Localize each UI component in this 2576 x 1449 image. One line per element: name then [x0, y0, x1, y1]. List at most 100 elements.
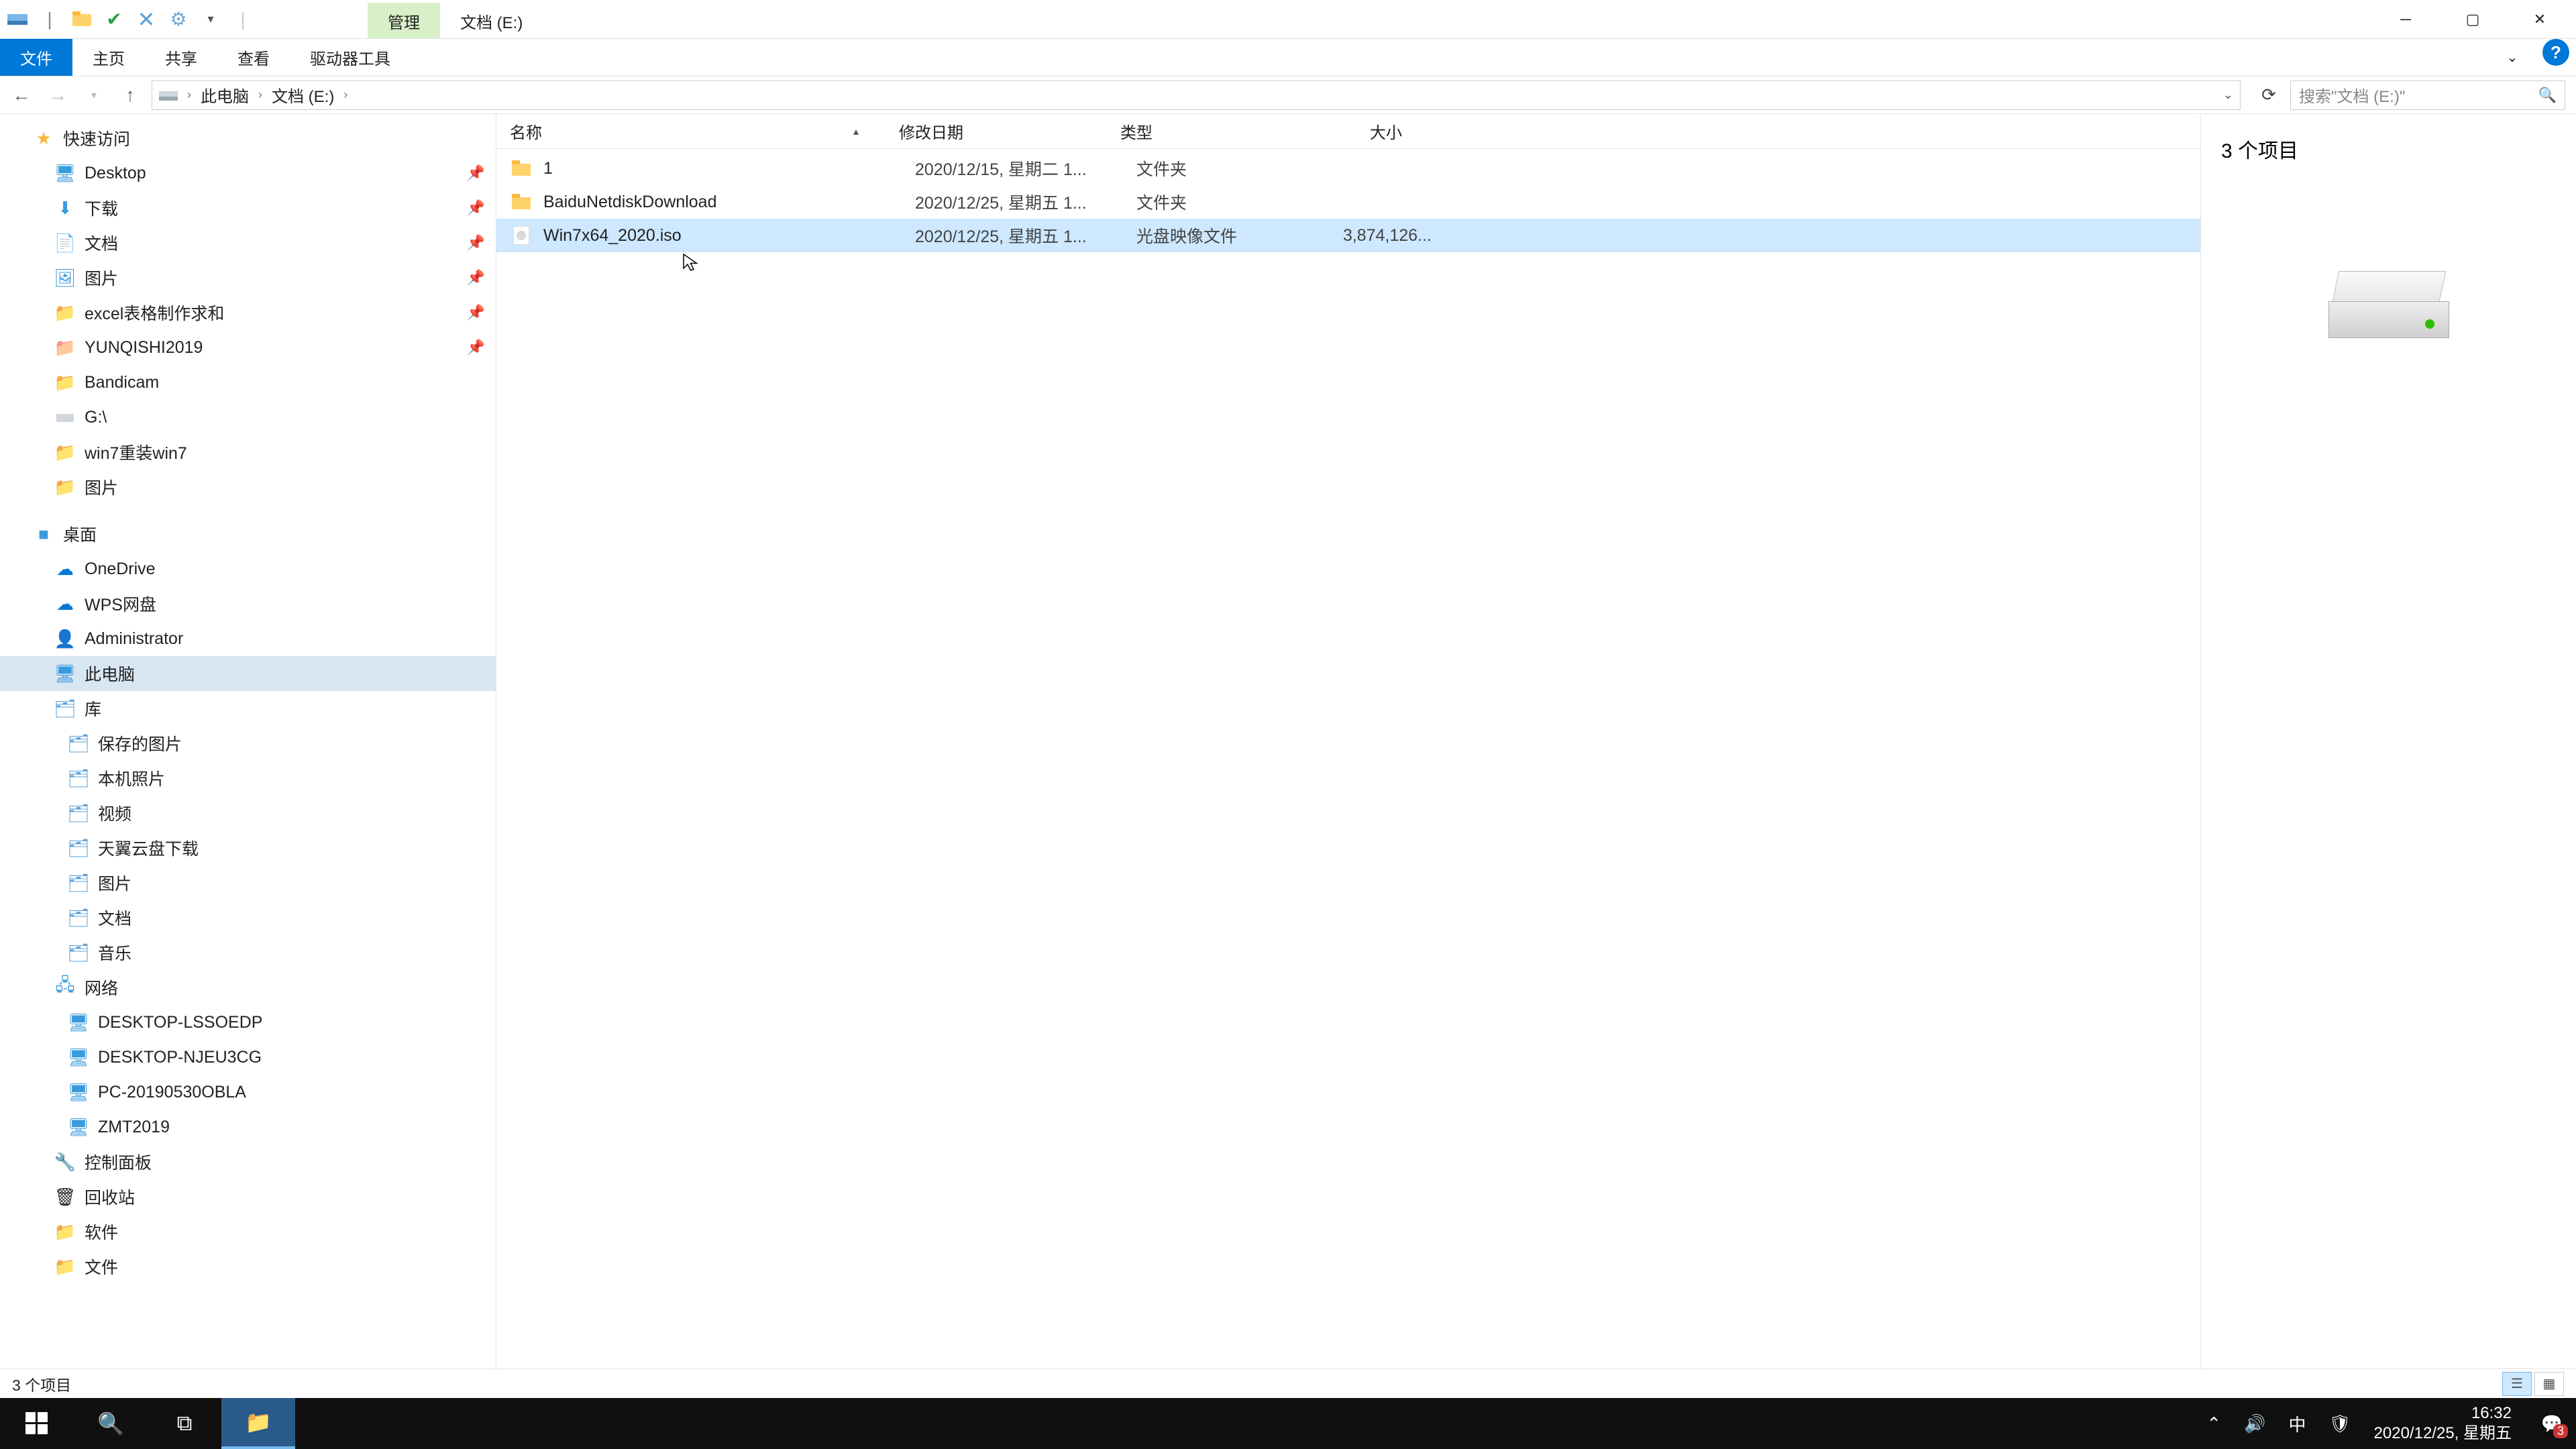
- qat-dropdown-icon[interactable]: ▾: [200, 9, 221, 30]
- search-input[interactable]: 搜索"文档 (E:)" 🔍: [2290, 80, 2565, 110]
- task-view-icon[interactable]: ⧉: [148, 1398, 221, 1449]
- tree-network-pc[interactable]: 🖥PC-20190530OBLA: [0, 1075, 496, 1110]
- chevron-right-icon[interactable]: ›: [343, 88, 347, 102]
- clock[interactable]: 16:32 2020/12/25, 星期五: [2374, 1403, 2512, 1444]
- file-row[interactable]: BaiduNetdiskDownload2020/12/25, 星期五 1...…: [496, 185, 2200, 219]
- ribbon-tab-home[interactable]: 主页: [72, 39, 145, 76]
- tree-quick-access[interactable]: ★快速访问: [0, 121, 496, 156]
- tree-pictures-2[interactable]: 📁图片: [0, 470, 496, 504]
- folder-icon[interactable]: [71, 9, 93, 30]
- tree-libraries[interactable]: 🗂库: [0, 691, 496, 726]
- tree-control-panel[interactable]: 🔧控制面板: [0, 1144, 496, 1179]
- recycle-icon: 🗑: [54, 1185, 76, 1208]
- file-row[interactable]: Win7x64_2020.iso2020/12/25, 星期五 1...光盘映像…: [496, 219, 2200, 252]
- ribbon-tab-file[interactable]: 文件: [0, 39, 72, 76]
- file-name: BaiduNetdiskDownload: [543, 193, 915, 212]
- view-thumbnails-icon[interactable]: ▦: [2534, 1372, 2564, 1396]
- tree-network-pc[interactable]: 🖥DESKTOP-NJEU3CG: [0, 1040, 496, 1075]
- ribbon-collapse-icon[interactable]: ⌄: [2502, 39, 2536, 76]
- breadcrumb-drive[interactable]: 文档 (E:): [272, 83, 334, 107]
- ribbon-tabs: 文件 主页 共享 查看 驱动器工具 ⌄ ?: [0, 39, 2576, 76]
- address-dropdown-icon[interactable]: ⌄: [2223, 88, 2233, 102]
- volume-icon[interactable]: 🔊: [2244, 1413, 2265, 1434]
- status-bar: 3 个项目 ☰ ▦: [0, 1368, 2576, 1398]
- tree-folder-bandicam[interactable]: 📁Bandicam: [0, 365, 496, 400]
- tree-folder-yunqishi[interactable]: 📁YUNQISHI2019📌: [0, 330, 496, 365]
- navigation-bar: ← → ▾ ↑ › 此电脑 › 文档 (E:) › ⌄ ⟳ 搜索"文档 (E:)…: [0, 76, 2576, 114]
- ribbon-tab-view[interactable]: 查看: [217, 39, 290, 76]
- file-type: 文件夹: [1136, 156, 1318, 180]
- forward-icon[interactable]: →: [43, 80, 72, 110]
- pin-icon: 📌: [467, 164, 485, 182]
- minimize-icon[interactable]: ─: [2372, 3, 2439, 36]
- up-icon[interactable]: ↑: [115, 80, 145, 110]
- column-type[interactable]: 类型: [1120, 119, 1301, 143]
- tree-folder-win7[interactable]: 📁win7重装win7: [0, 435, 496, 470]
- column-size[interactable]: 大小: [1301, 119, 1415, 143]
- sort-asc-icon: ▴: [853, 125, 859, 138]
- folder-icon: 📁: [54, 476, 76, 498]
- quick-access-toolbar: | ✔ ✕ ⚙ ▾ |: [0, 0, 260, 38]
- security-icon[interactable]: 🛡: [2329, 1413, 2351, 1434]
- view-details-icon[interactable]: ☰: [2502, 1372, 2532, 1396]
- ribbon-tab-share[interactable]: 共享: [145, 39, 217, 76]
- tree-lib-pictures[interactable]: 🗂图片: [0, 865, 496, 900]
- title-context-tab[interactable]: 管理: [368, 3, 440, 38]
- tree-recycle[interactable]: 🗑回收站: [0, 1179, 496, 1214]
- tree-documents[interactable]: 📄文档📌: [0, 225, 496, 260]
- file-list[interactable]: 12020/12/15, 星期二 1...文件夹BaiduNetdiskDown…: [496, 149, 2200, 1368]
- library-icon: 🗂: [67, 802, 90, 824]
- tray-chevron-icon[interactable]: ⌃: [2206, 1413, 2221, 1434]
- tree-lib-camera[interactable]: 🗂本机照片: [0, 761, 496, 796]
- picture-icon: 🖼: [54, 266, 76, 289]
- tree-files[interactable]: 📁文件: [0, 1249, 496, 1284]
- tree-lib-music[interactable]: 🗂音乐: [0, 935, 496, 970]
- tree-desktop-root[interactable]: ■桌面: [0, 517, 496, 551]
- column-name[interactable]: 名称▴: [510, 119, 899, 143]
- chevron-right-icon[interactable]: ›: [258, 88, 262, 102]
- file-row[interactable]: 12020/12/15, 星期二 1...文件夹: [496, 152, 2200, 185]
- notification-icon[interactable]: 💬3: [2534, 1406, 2569, 1441]
- start-icon[interactable]: [0, 1398, 74, 1449]
- qat-separator: |: [232, 9, 254, 30]
- search-icon[interactable]: 🔍: [2538, 87, 2557, 104]
- tree-desktop[interactable]: 🖥Desktop📌: [0, 156, 496, 191]
- tree-drive-g[interactable]: G:\: [0, 400, 496, 435]
- ime-indicator[interactable]: 中: [2289, 1411, 2306, 1436]
- refresh-icon[interactable]: ⟳: [2254, 80, 2284, 110]
- network-icon: 🖧: [54, 976, 76, 999]
- gear-icon[interactable]: ⚙: [168, 9, 189, 30]
- tree-administrator[interactable]: 👤Administrator: [0, 621, 496, 656]
- ribbon-tab-drive-tools[interactable]: 驱动器工具: [290, 39, 411, 76]
- close-icon[interactable]: ✕: [2506, 3, 2573, 36]
- tree-lib-tianyi[interactable]: 🗂天翼云盘下载: [0, 830, 496, 865]
- maximize-icon[interactable]: ▢: [2439, 3, 2506, 36]
- chevron-right-icon[interactable]: ›: [187, 88, 191, 102]
- back-icon[interactable]: ←: [7, 80, 36, 110]
- tree-pictures[interactable]: 🖼图片📌: [0, 260, 496, 295]
- tree-lib-saved-pics[interactable]: 🗂保存的图片: [0, 726, 496, 761]
- search-icon[interactable]: 🔍: [74, 1398, 148, 1449]
- column-date[interactable]: 修改日期: [899, 119, 1120, 143]
- tree-lib-video[interactable]: 🗂视频: [0, 796, 496, 830]
- tree-software[interactable]: 📁软件: [0, 1214, 496, 1249]
- help-icon[interactable]: ?: [2542, 39, 2569, 66]
- tree-network[interactable]: 🖧网络: [0, 970, 496, 1005]
- pc-icon: 🖥: [67, 1081, 90, 1104]
- tree-downloads[interactable]: ⬇下载📌: [0, 191, 496, 225]
- document-icon: 📄: [54, 231, 76, 254]
- navigation-tree[interactable]: ★快速访问 🖥Desktop📌 ⬇下载📌 📄文档📌 🖼图片📌 📁excel表格制…: [0, 114, 496, 1368]
- tree-lib-documents[interactable]: 🗂文档: [0, 900, 496, 935]
- recent-dropdown-icon[interactable]: ▾: [79, 80, 109, 110]
- tree-network-pc[interactable]: 🖥ZMT2019: [0, 1110, 496, 1144]
- tree-network-pc[interactable]: 🖥DESKTOP-LSSOEDP: [0, 1005, 496, 1040]
- tree-this-pc[interactable]: 🖥此电脑: [0, 656, 496, 691]
- tree-wps[interactable]: ☁WPS网盘: [0, 586, 496, 621]
- address-bar[interactable]: › 此电脑 › 文档 (E:) › ⌄: [152, 80, 2241, 110]
- close-action-icon[interactable]: ✕: [136, 9, 157, 30]
- breadcrumb-this-pc[interactable]: 此电脑: [201, 83, 249, 107]
- taskbar-explorer[interactable]: 📁: [221, 1398, 295, 1449]
- check-icon[interactable]: ✔: [103, 9, 125, 30]
- tree-onedrive[interactable]: ☁OneDrive: [0, 551, 496, 586]
- tree-folder-excel[interactable]: 📁excel表格制作求和📌: [0, 295, 496, 330]
